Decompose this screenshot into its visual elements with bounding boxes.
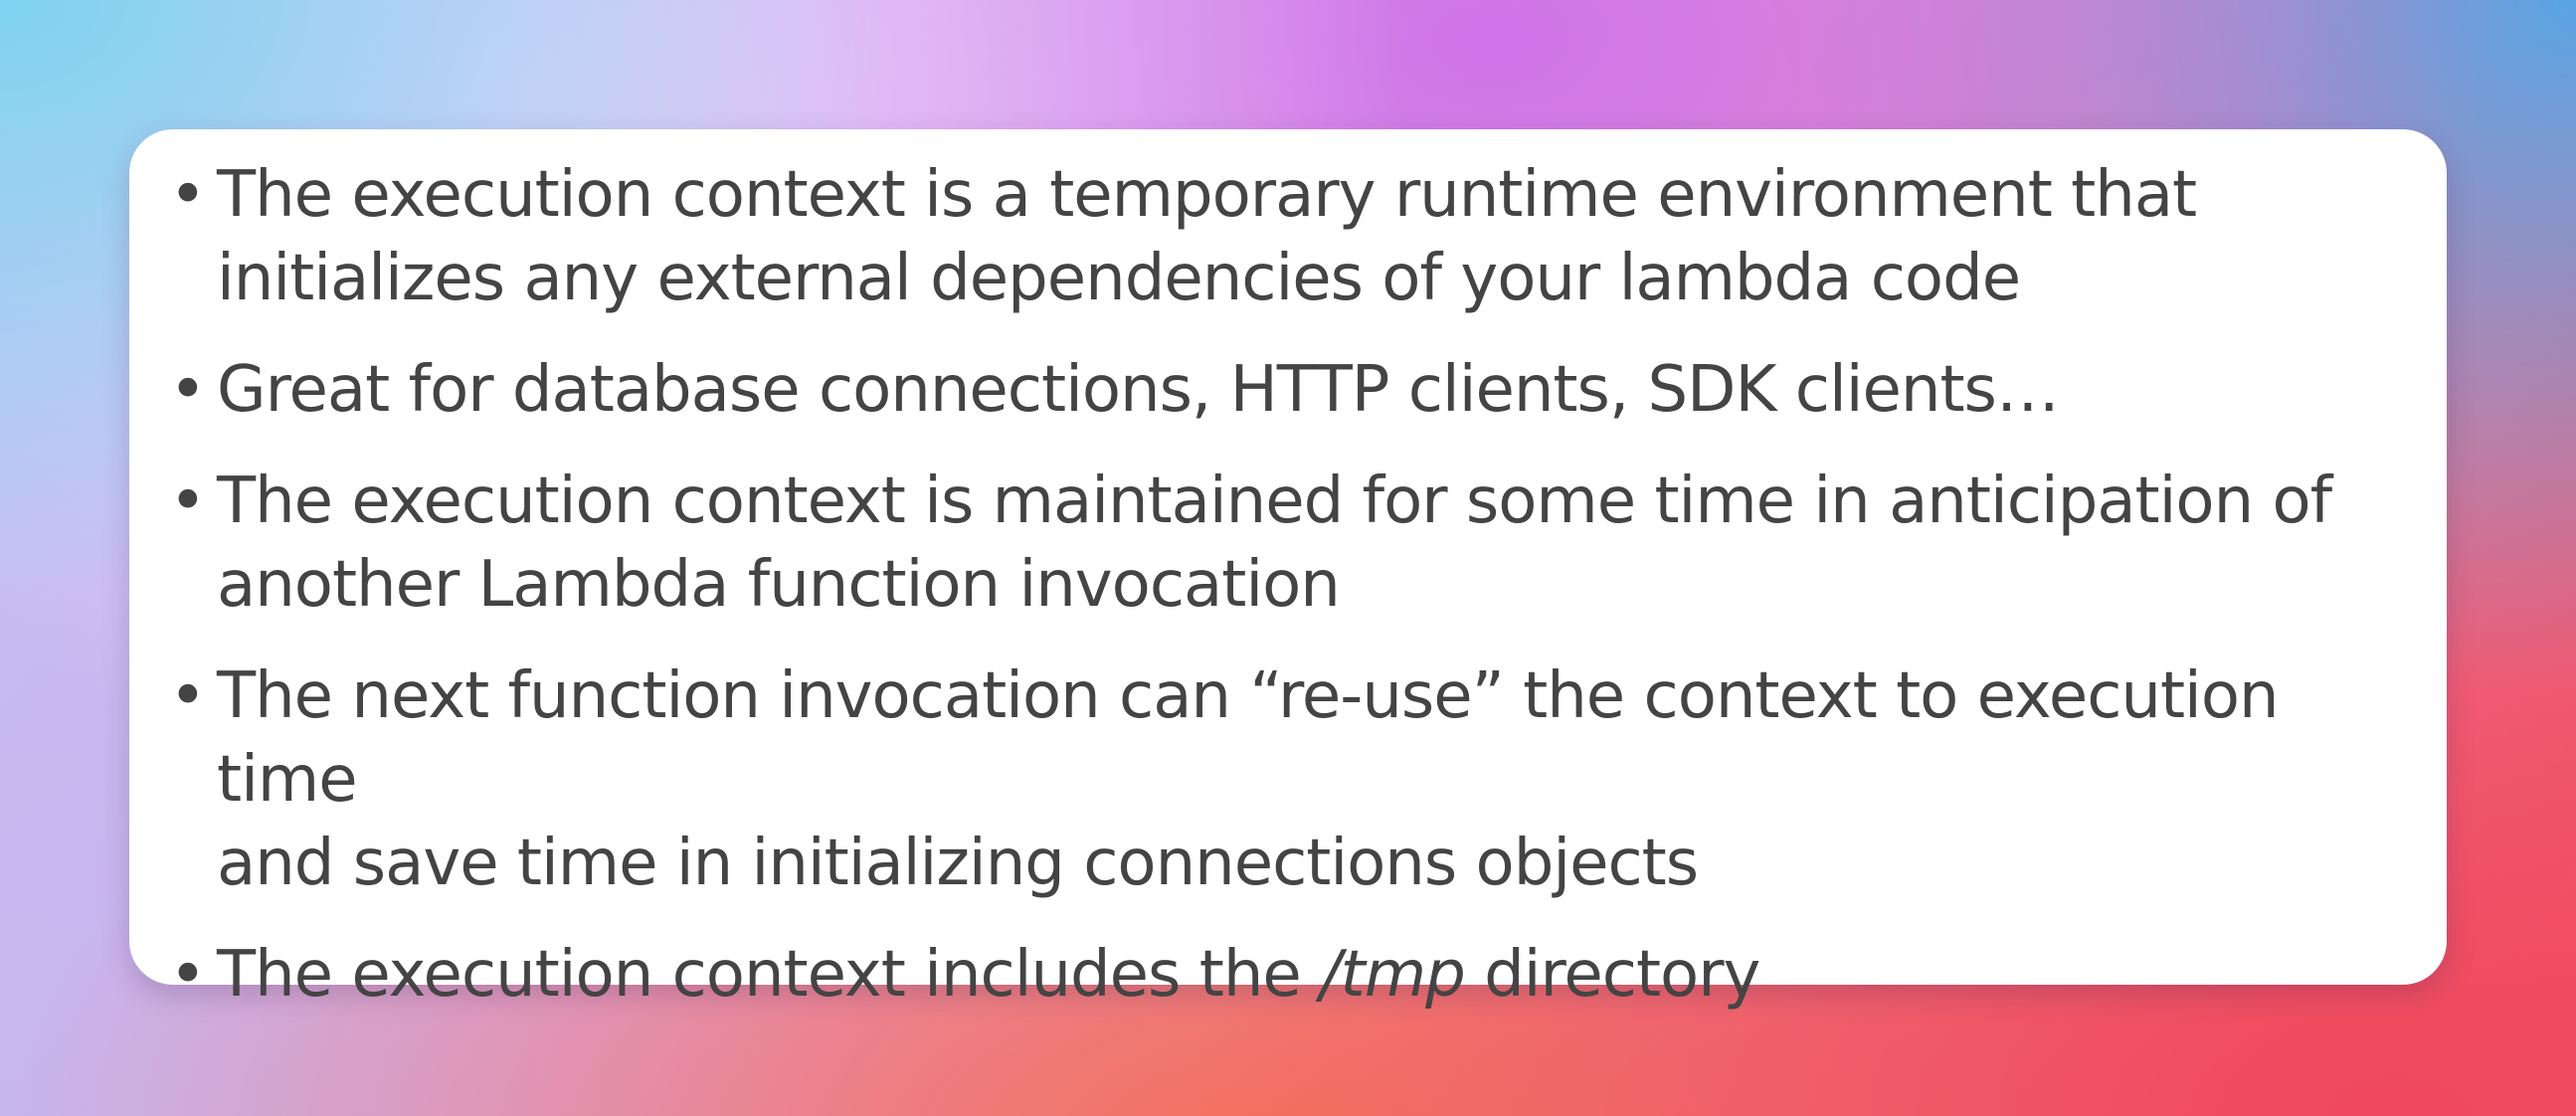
bullet-item: Great for database connections, HTTP cli… bbox=[169, 348, 2407, 432]
bullet-line: The next function invocation can “re-use… bbox=[217, 659, 2280, 817]
bullet-item: The execution context is a temporary run… bbox=[169, 153, 2407, 320]
bullet-item: The execution context is maintained for … bbox=[169, 460, 2407, 627]
bullet-line: another Lambda function invocation bbox=[217, 548, 1341, 622]
bullet-text: directory bbox=[1464, 938, 1760, 1012]
bullet-line: and save time in initializing connection… bbox=[217, 827, 1699, 900]
tmp-directory-text: /tmp bbox=[1320, 938, 1466, 1012]
bullet-line: The execution context is maintained for … bbox=[217, 465, 2332, 538]
bullet-item: The execution context includes the /tmp … bbox=[169, 933, 2407, 1017]
content-card: The execution context is a temporary run… bbox=[129, 129, 2447, 1017]
bullet-item: The next function invocation can “re-use… bbox=[169, 654, 2407, 905]
bullet-line: initializes any external dependencies of… bbox=[217, 242, 2021, 315]
bullet-text: The execution context includes the bbox=[217, 938, 1321, 1012]
bullet-line: The execution context is a temporary run… bbox=[217, 158, 2197, 232]
bullet-list: The execution context is a temporary run… bbox=[169, 153, 2407, 1017]
bullet-line: Great for database connections, HTTP cli… bbox=[217, 353, 2060, 427]
